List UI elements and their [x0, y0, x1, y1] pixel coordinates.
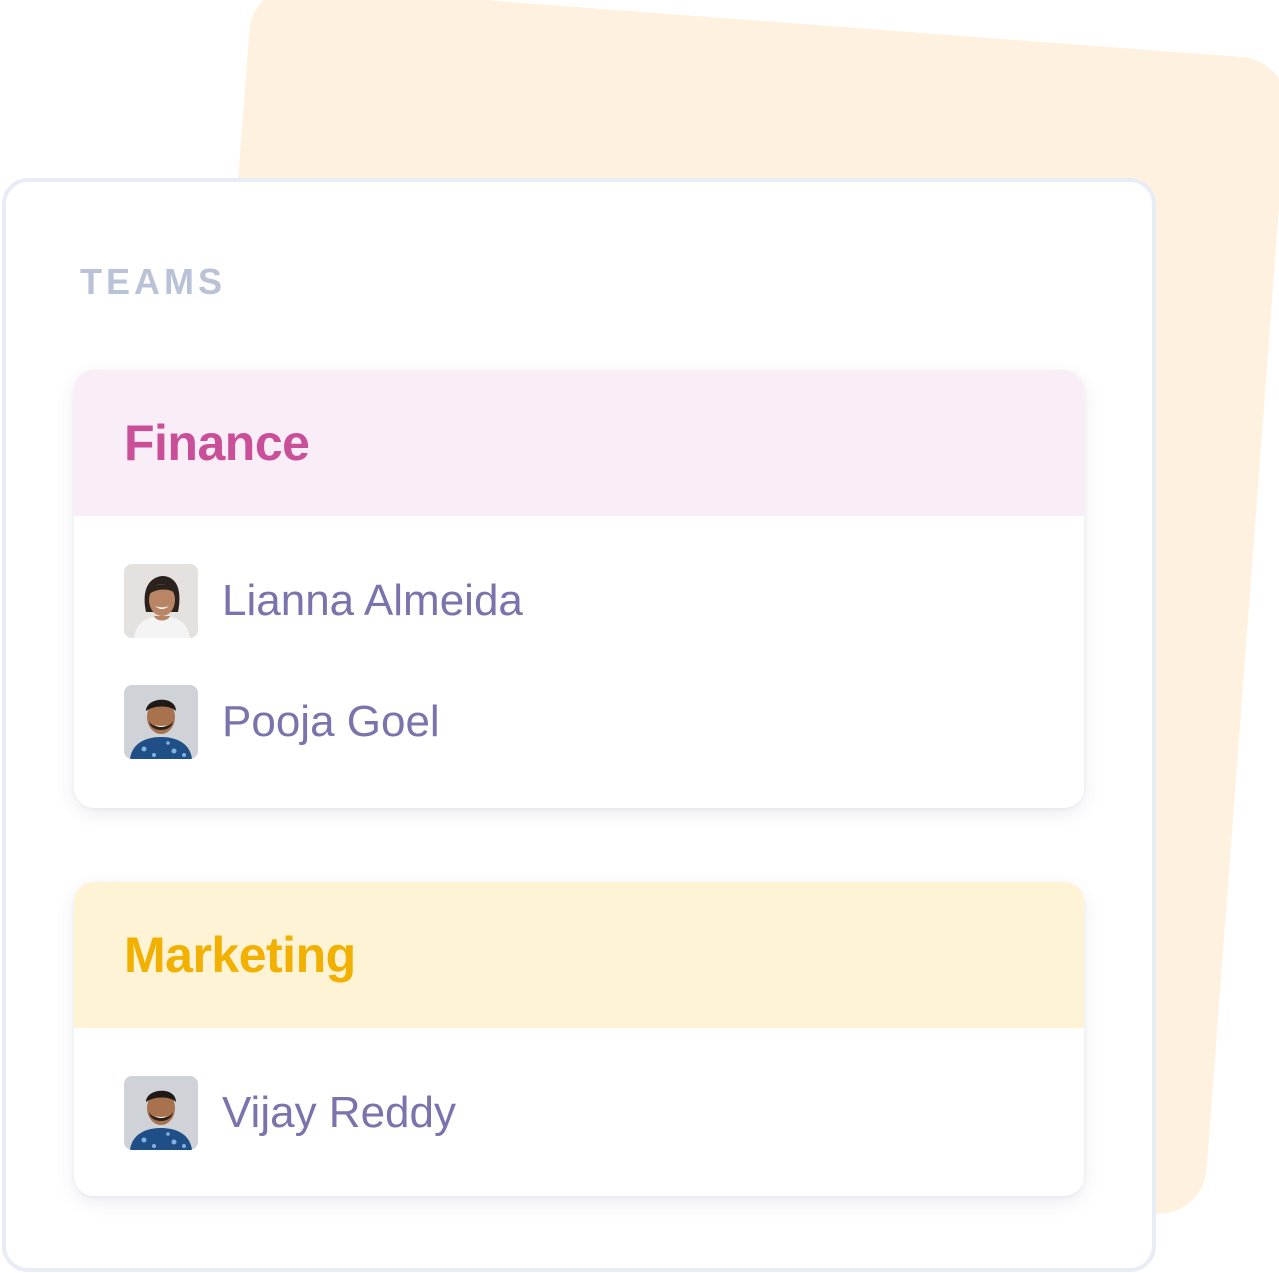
team-card-marketing[interactable]: Marketing Vijay Reddy [74, 882, 1084, 1196]
member-list-marketing: Vijay Reddy [74, 1028, 1084, 1150]
member-item[interactable]: Lianna Almeida [74, 564, 1084, 638]
team-card-finance[interactable]: Finance Lianna Almeida Pooja Goel [74, 370, 1084, 808]
team-header-marketing[interactable]: Marketing [74, 882, 1084, 1028]
team-name-finance: Finance [124, 415, 310, 471]
man-portrait-avatar [124, 1076, 198, 1150]
panel-title: TEAMS [80, 261, 226, 302]
stage: TEAMS Finance Lianna Almeida Pooja Goel … [0, 0, 1279, 1273]
member-name: Vijay Reddy [222, 1088, 456, 1137]
member-name: Pooja Goel [222, 697, 440, 746]
teams-panel: TEAMS Finance Lianna Almeida Pooja Goel … [2, 178, 1156, 1272]
team-header-finance[interactable]: Finance [74, 370, 1084, 516]
member-item[interactable]: Vijay Reddy [74, 1076, 1084, 1150]
team-name-marketing: Marketing [124, 927, 356, 983]
member-list-finance: Lianna Almeida Pooja Goel [74, 516, 1084, 759]
member-name: Lianna Almeida [222, 576, 523, 625]
woman-portrait-avatar [124, 564, 198, 638]
member-item[interactable]: Pooja Goel [74, 685, 1084, 759]
man-portrait-avatar [124, 685, 198, 759]
